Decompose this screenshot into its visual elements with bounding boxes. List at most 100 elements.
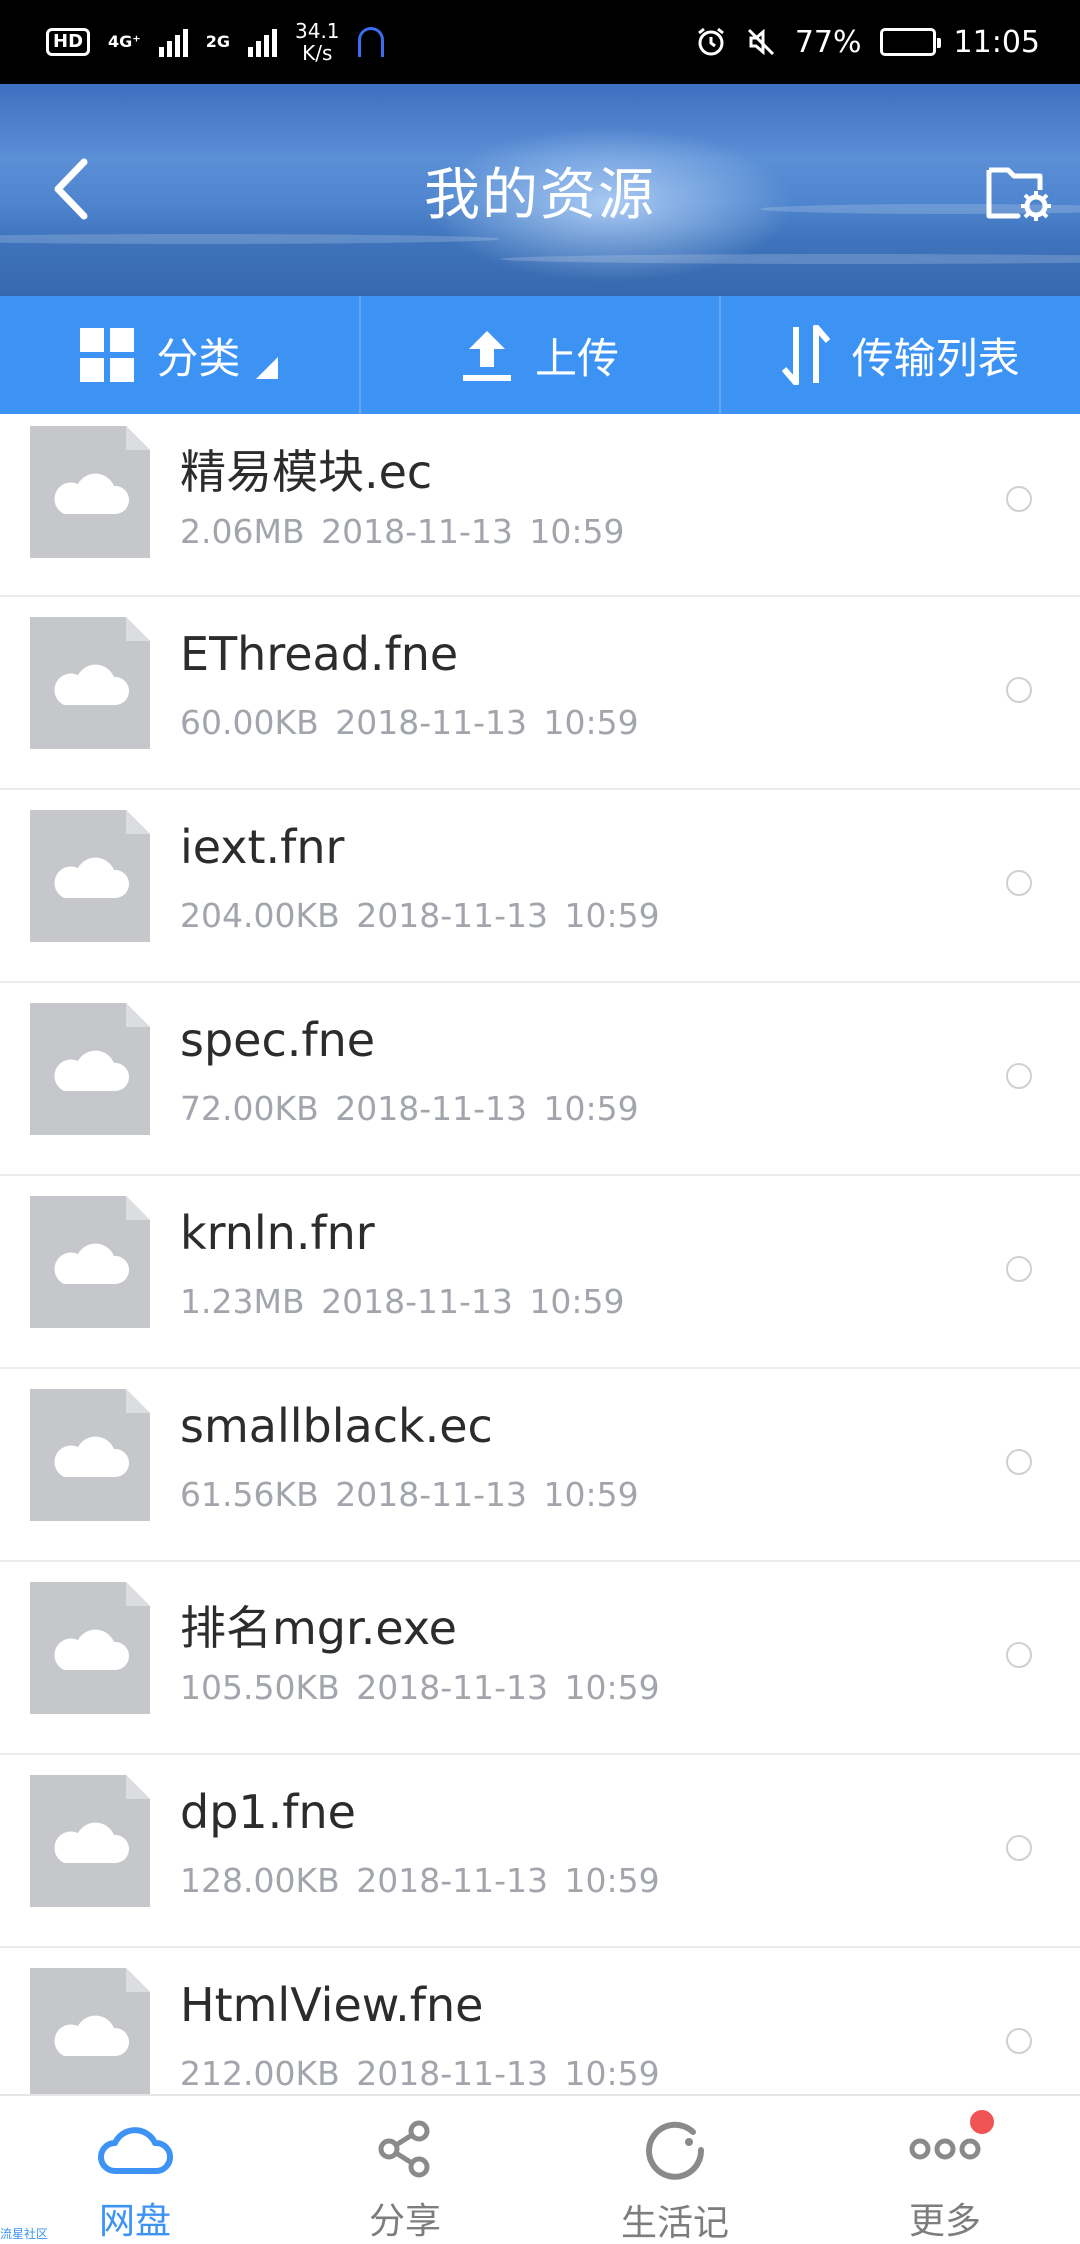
- file-name: EThread.fne: [180, 627, 459, 681]
- signal-bars-2-icon: [248, 27, 277, 57]
- nav-item-3[interactable]: 更多: [810, 2096, 1080, 2244]
- header: 我的资源: [0, 84, 1080, 296]
- mute-icon: [747, 28, 774, 56]
- file-name: iext.fnr: [180, 820, 345, 874]
- nav-label: 生活记: [620, 2203, 729, 2244]
- file-row[interactable]: smallblack.ec 61.56KB 2018-11-13 10:59: [0, 1369, 1080, 1562]
- page-title: 我的资源: [424, 163, 656, 228]
- upload-icon: [463, 331, 511, 381]
- grid-icon: [80, 328, 135, 382]
- upload-button[interactable]: 上传: [361, 296, 722, 414]
- file-meta: 60.00KB 2018-11-13 10:59: [180, 703, 639, 742]
- file-date: 2018-11-13: [335, 1475, 528, 1514]
- status-bar: HD 4G⁺ 2G 34.1 K/s 77% 11:05: [0, 0, 1080, 84]
- file-time: 10:59: [543, 1475, 639, 1514]
- file-size: 204.00KB: [180, 896, 340, 935]
- select-radio[interactable]: [1006, 2028, 1032, 2054]
- category-label: 分类: [156, 333, 241, 383]
- file-list: 精易模块.ec 2.06MB 2018-11-13 10:59 EThread.fn…: [0, 414, 1080, 2094]
- share-icon: [365, 2118, 445, 2180]
- file-meta: 72.00KB 2018-11-13 10:59: [180, 1089, 639, 1128]
- folder-settings-button[interactable]: [984, 160, 1054, 224]
- transfer-arrows-icon: [781, 325, 830, 385]
- clock: 11:05: [953, 24, 1040, 60]
- file-cloud-icon: [30, 1389, 150, 1521]
- header-wave-decoration: [0, 234, 500, 244]
- select-radio[interactable]: [1006, 486, 1032, 512]
- nav-item-2[interactable]: 生活记: [540, 2096, 810, 2244]
- folder-settings-icon: [986, 167, 1051, 221]
- select-radio[interactable]: [1006, 1449, 1032, 1475]
- select-radio[interactable]: [1006, 1063, 1032, 1089]
- file-size: 212.00KB: [180, 2054, 340, 2093]
- headset-icon: [357, 27, 384, 57]
- alarm-icon: [697, 27, 724, 56]
- file-time: 10:59: [564, 896, 660, 935]
- network-speed: 34.1 K/s: [295, 20, 340, 64]
- file-time: 10:59: [543, 1089, 639, 1128]
- file-size: 60.00KB: [180, 703, 319, 742]
- file-date: 2018-11-13: [356, 1861, 549, 1900]
- file-meta: 204.00KB 2018-11-13 10:59: [180, 896, 660, 935]
- hd-indicator: HD: [46, 28, 91, 56]
- network-speed-value: 34.1: [295, 19, 340, 43]
- nav-item-0[interactable]: 网盘: [0, 2096, 270, 2244]
- file-cloud-icon: [30, 1196, 150, 1328]
- file-date: 2018-11-13: [335, 703, 528, 742]
- file-row[interactable]: HtmlView.fne 212.00KB 2018-11-13 10:59: [0, 1948, 1080, 2094]
- file-row[interactable]: krnln.fnr 1.23MB 2018-11-13 10:59: [0, 1176, 1080, 1369]
- file-name: krnln.fnr: [180, 1206, 375, 1260]
- file-name: 排名mgr.exe: [180, 1601, 457, 1655]
- nav-label: 分享: [368, 2201, 441, 2242]
- select-radio[interactable]: [1006, 1835, 1032, 1861]
- transfer-list-label: 传输列表: [851, 333, 1020, 383]
- file-row[interactable]: 精易模块.ec 2.06MB 2018-11-13 10:59: [0, 414, 1080, 597]
- nav-label: 网盘: [98, 2201, 171, 2242]
- file-meta: 105.50KB 2018-11-13 10:59: [180, 1668, 660, 1707]
- file-name: 精易模块.ec: [180, 445, 433, 499]
- status-bar-right: 77% 11:05: [695, 25, 1040, 60]
- select-radio[interactable]: [1006, 677, 1032, 703]
- file-time: 10:59: [564, 1861, 660, 1900]
- category-button[interactable]: 分类: [0, 296, 361, 414]
- refresh-circle-icon: [635, 2118, 715, 2182]
- network-speed-unit: K/s: [302, 41, 333, 65]
- battery-percent: 77%: [794, 24, 862, 60]
- file-row[interactable]: iext.fnr 204.00KB 2018-11-13 10:59: [0, 790, 1080, 983]
- battery-icon: [879, 28, 941, 56]
- select-radio[interactable]: [1006, 1256, 1032, 1282]
- file-size: 1.23MB: [180, 1282, 305, 1321]
- select-radio[interactable]: [1006, 870, 1032, 896]
- file-time: 10:59: [529, 1282, 625, 1321]
- file-row[interactable]: 排名mgr.exe 105.50KB 2018-11-13 10:59: [0, 1562, 1080, 1755]
- watermark: 流星社区: [0, 2227, 49, 2241]
- file-size: 128.00KB: [180, 1861, 340, 1900]
- transfer-list-button[interactable]: 传输列表: [721, 296, 1080, 414]
- file-meta: 1.23MB 2018-11-13 10:59: [180, 1282, 624, 1321]
- file-meta: 61.56KB 2018-11-13 10:59: [180, 1475, 639, 1514]
- file-row[interactable]: EThread.fne 60.00KB 2018-11-13 10:59: [0, 597, 1080, 790]
- file-cloud-icon: [30, 617, 150, 749]
- file-row[interactable]: dp1.fne 128.00KB 2018-11-13 10:59: [0, 1755, 1080, 1948]
- cloud-icon: [95, 2118, 175, 2180]
- file-time: 10:59: [543, 703, 639, 742]
- upload-label: 上传: [535, 333, 620, 383]
- file-meta: 128.00KB 2018-11-13 10:59: [180, 1861, 660, 1900]
- file-name: HtmlView.fne: [180, 1978, 484, 2032]
- file-row[interactable]: spec.fne 72.00KB 2018-11-13 10:59: [0, 983, 1080, 1176]
- file-name: smallblack.ec: [180, 1399, 493, 1453]
- file-meta: 212.00KB 2018-11-13 10:59: [180, 2054, 660, 2093]
- file-date: 2018-11-13: [356, 2054, 549, 2093]
- nav-item-1[interactable]: 分享: [270, 2096, 540, 2244]
- select-radio[interactable]: [1006, 1642, 1032, 1668]
- status-bar-left: HD 4G⁺ 2G 34.1 K/s: [46, 20, 384, 64]
- dropdown-caret-icon: [256, 357, 279, 379]
- file-size: 105.50KB: [180, 1668, 340, 1707]
- file-size: 72.00KB: [180, 1089, 319, 1128]
- file-date: 2018-11-13: [356, 896, 549, 935]
- file-date: 2018-11-13: [321, 512, 513, 551]
- file-cloud-icon: [30, 1582, 150, 1714]
- file-cloud-icon: [30, 1003, 150, 1135]
- file-time: 10:59: [564, 1668, 660, 1707]
- file-size: 2.06MB: [180, 512, 305, 551]
